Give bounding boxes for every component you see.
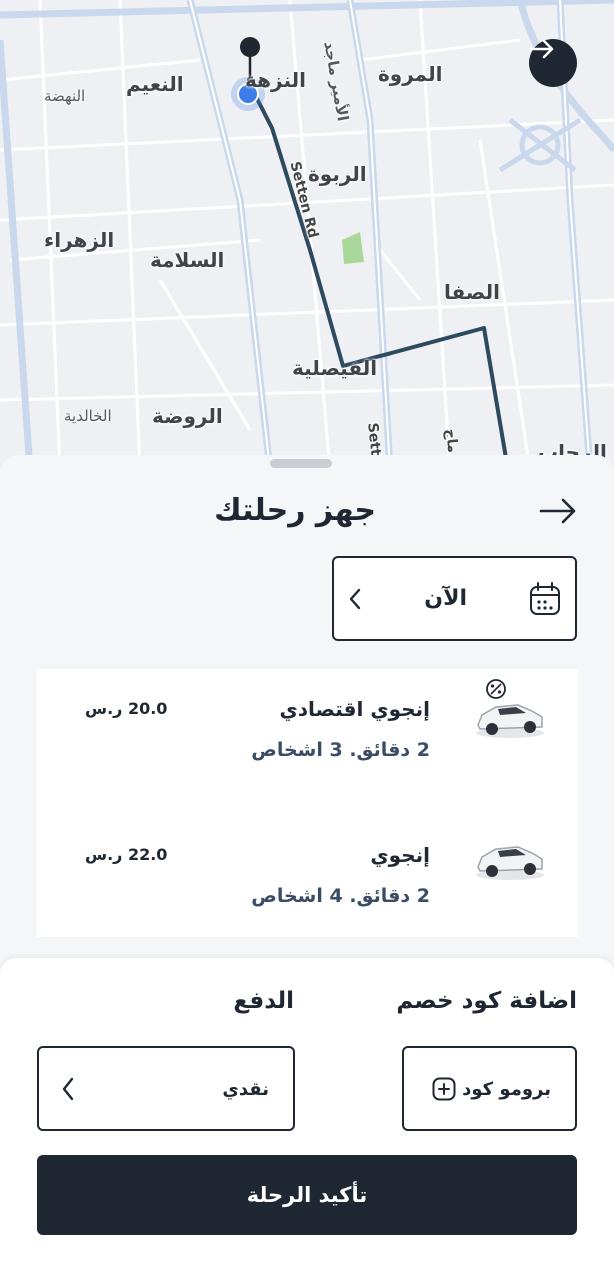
ride-price: 22.0 ر.س	[85, 845, 168, 864]
road-label: Sett	[364, 422, 384, 457]
calendar-icon	[529, 582, 561, 620]
confirm-trip-button[interactable]: تأكيد الرحلة	[37, 1155, 577, 1235]
back-button[interactable]	[538, 495, 578, 531]
ride-name: إنجوي	[370, 843, 430, 867]
map-label: الصفا	[444, 280, 500, 304]
map-label: الخالدية	[64, 407, 112, 425]
map-label: المروة	[378, 62, 443, 86]
ride-option-standard[interactable]: إنجوي 2 دقائق. 4 اشخاص 22.0 ر.س	[37, 815, 578, 935]
ride-meta: 2 دقائق. 4 اشخاص	[251, 885, 430, 907]
map-next-button[interactable]	[529, 39, 577, 87]
map-label: النزهة	[245, 68, 306, 92]
road-label: ماج	[442, 428, 461, 454]
car-icon	[470, 823, 550, 897]
sheet-drag-handle[interactable]	[270, 459, 332, 468]
promo-code-label: برومو كود	[462, 1079, 551, 1100]
map-label: الفيصلية	[292, 356, 378, 380]
map-label: الزهراء	[44, 228, 115, 252]
map-label: النهضة	[44, 87, 86, 105]
payment-section-title: الدفع	[233, 988, 294, 1014]
promo-code-button[interactable]: برومو كود	[402, 1046, 577, 1131]
map-label: الربوة	[308, 162, 367, 186]
promo-section-title: اضافة كود خصم	[396, 988, 577, 1014]
map-label: النعيم	[126, 72, 184, 96]
confirm-trip-label: تأكيد الرحلة	[246, 1183, 368, 1207]
page-title: جهز رحلتك	[214, 493, 376, 528]
arrow-right-icon	[539, 497, 577, 529]
ride-price: 20.0 ر.س	[85, 699, 168, 718]
trip-sheet: جهز رحلتك الآن إنجوي اقتصادي 2 دقائق. 3 …	[0, 455, 614, 965]
payment-method-value: نقدي	[222, 1079, 269, 1100]
car-discount-icon	[470, 677, 550, 751]
ride-option-economy[interactable]: إنجوي اقتصادي 2 دقائق. 3 اشخاص 20.0 ر.س	[37, 669, 578, 789]
plus-square-icon	[432, 1077, 456, 1105]
map-label: الروضة	[152, 404, 223, 428]
ride-name: إنجوي اقتصادي	[279, 697, 430, 721]
ride-meta: 2 دقائق. 3 اشخاص	[251, 739, 430, 761]
map-view[interactable]: المروة النزهة النعيم النهضة الأمير ماجد …	[0, 0, 614, 470]
time-select[interactable]: الآن	[332, 556, 577, 641]
chevron-left-icon	[348, 588, 362, 614]
map-label: السلامة	[150, 248, 225, 272]
ride-options-list: إنجوي اقتصادي 2 دقائق. 3 اشخاص 20.0 ر.س …	[37, 669, 578, 937]
time-select-value: الآن	[424, 586, 467, 611]
chevron-left-icon	[61, 1077, 75, 1105]
payment-method-select[interactable]: نقدي	[37, 1046, 295, 1131]
checkout-panel: اضافة كود خصم الدفع برومو كود نقدي تأكيد…	[0, 958, 614, 1280]
